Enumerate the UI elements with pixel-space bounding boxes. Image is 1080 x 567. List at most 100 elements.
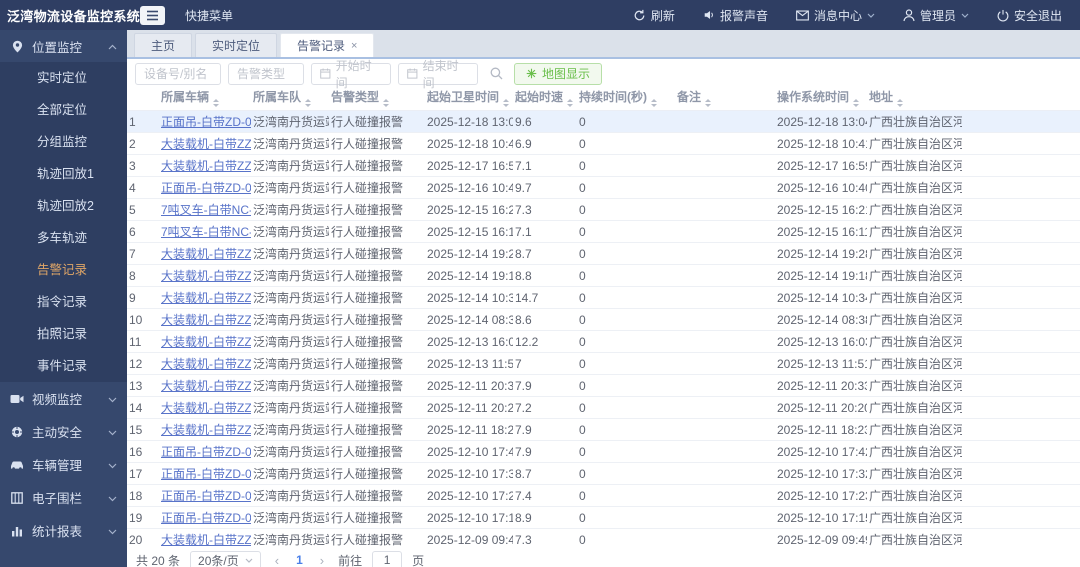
refresh-button[interactable]: 刷新 bbox=[633, 7, 675, 24]
sort-icon[interactable] bbox=[213, 96, 220, 110]
vehicle-link-cell: 正面吊-白带ZD-03LZ bbox=[159, 110, 251, 133]
sort-icon[interactable] bbox=[897, 96, 904, 110]
sidebar-section-3[interactable]: 主动安全 bbox=[0, 415, 127, 448]
table-row[interactable]: 17正面吊-白带ZD-03LZ泛湾南丹货运站行人碰撞报警2025-12-10 1… bbox=[127, 462, 1080, 485]
sidebar-item-1[interactable]: 实时定位 bbox=[0, 62, 127, 94]
column-header[interactable]: 起始时速 bbox=[513, 88, 577, 111]
table-row[interactable]: 3大装载机-白带ZZ-16LZ泛湾南丹货运站行人碰撞报警2025-12-17 1… bbox=[127, 154, 1080, 177]
column-header[interactable]: 所属车辆 bbox=[159, 88, 251, 111]
next-page-button[interactable]: › bbox=[316, 553, 328, 567]
refresh-icon bbox=[634, 9, 645, 20]
column-header[interactable]: 地址 bbox=[867, 88, 962, 111]
vehicle-link[interactable]: 大装载机-白带ZZ-16LZ bbox=[161, 159, 251, 173]
table-row[interactable]: 9大装载机-白带ZZ-16LZ泛湾南丹货运站行人碰撞报警2025-12-14 1… bbox=[127, 286, 1080, 309]
table-row[interactable]: 2大装载机-白带ZZ-16LZ泛湾南丹货运站行人碰撞报警2025-12-18 1… bbox=[127, 132, 1080, 155]
user-menu[interactable]: 管理员 bbox=[903, 7, 969, 24]
vehicle-link[interactable]: 大装载机-白带ZZ-16LZ bbox=[161, 247, 251, 261]
column-header[interactable]: 持续时间(秒) bbox=[577, 88, 675, 111]
table-row[interactable]: 15大装载机-白带ZZ-16LZ泛湾南丹货运站行人碰撞报警2025-12-11 … bbox=[127, 418, 1080, 441]
vehicle-link[interactable]: 大装载机-白带ZZ-16LZ bbox=[161, 335, 251, 349]
current-page[interactable]: 1 bbox=[293, 553, 306, 567]
tab-home[interactable]: 主页 bbox=[134, 33, 193, 57]
table-row[interactable]: 8大装载机-白带ZZ-16LZ泛湾南丹货运站行人碰撞报警2025-12-14 1… bbox=[127, 264, 1080, 287]
tab-alarm-records[interactable]: 告警记录 × bbox=[280, 33, 375, 57]
sidebar-section-5[interactable]: 电子围栏 bbox=[0, 481, 127, 514]
sidebar-section-location[interactable]: 位置监控 bbox=[0, 30, 127, 62]
table-row[interactable]: 19正面吊-白带ZD-03LZ泛湾南丹货运站行人碰撞报警2025-12-10 1… bbox=[127, 506, 1080, 529]
column-header[interactable]: 告警类型 bbox=[329, 88, 425, 111]
device-search-input[interactable]: 设备号/别名 bbox=[135, 62, 221, 85]
logout-button[interactable]: 安全退出 bbox=[997, 7, 1062, 24]
sort-icon[interactable] bbox=[305, 96, 312, 110]
sort-icon[interactable] bbox=[383, 96, 390, 110]
vehicle-link[interactable]: 大装载机-白带ZZ-16LZ bbox=[161, 269, 251, 283]
table-row[interactable]: 14大装载机-白带ZZ-16LZ泛湾南丹货运站行人碰撞报警2025-12-11 … bbox=[127, 396, 1080, 419]
vehicle-link[interactable]: 7吨叉车-白带NC-10LZ bbox=[161, 203, 251, 217]
alarm-type-input[interactable]: 告警类型 bbox=[228, 62, 304, 85]
vehicle-link[interactable]: 正面吊-白带ZD-03LZ bbox=[161, 181, 251, 195]
close-icon[interactable]: × bbox=[351, 40, 357, 52]
message-center-button[interactable]: 消息中心 bbox=[796, 7, 875, 24]
table-row[interactable]: 18正面吊-白带ZD-03LZ泛湾南丹货运站行人碰撞报警2025-12-10 1… bbox=[127, 484, 1080, 507]
end-time-input[interactable]: 结束时间 bbox=[398, 59, 478, 90]
vehicle-link[interactable]: 正面吊-白带ZD-03LZ bbox=[161, 467, 251, 481]
sidebar-section-2[interactable]: 视频监控 bbox=[0, 382, 127, 415]
prev-page-button[interactable]: ‹ bbox=[271, 553, 283, 567]
column-header[interactable]: 所属车队 bbox=[251, 88, 329, 111]
table-cell: 2025-12-17 16:59:30 bbox=[425, 154, 513, 177]
alarm-sound-button[interactable]: 报警声音 bbox=[703, 7, 768, 24]
vehicle-link-cell: 正面吊-白带ZD-03LZ bbox=[159, 506, 251, 529]
vehicle-link[interactable]: 大装载机-白带ZZ-16LZ bbox=[161, 533, 251, 547]
vehicle-link[interactable]: 大装载机-白带ZZ-16LZ bbox=[161, 423, 251, 437]
vehicle-link[interactable]: 正面吊-白带ZD-03LZ bbox=[161, 445, 251, 459]
table-row[interactable]: 12大装载机-白带ZZ-16LZ泛湾南丹货运站行人碰撞报警2025-12-13 … bbox=[127, 352, 1080, 375]
sidebar-item-4[interactable]: 轨迹回放1 bbox=[0, 158, 127, 190]
table-row[interactable]: 67吨叉车-白带NC-10LZ泛湾南丹货运站行人碰撞报警2025-12-15 1… bbox=[127, 220, 1080, 243]
goto-page-input[interactable]: 1 bbox=[372, 550, 403, 567]
sidebar-item-8[interactable]: 指令记录 bbox=[0, 286, 127, 318]
page-size-select[interactable]: 20条/页 bbox=[190, 550, 261, 567]
start-time-input[interactable]: 开始时间 bbox=[311, 59, 391, 90]
sidebar-item-2[interactable]: 全部定位 bbox=[0, 94, 127, 126]
column-header[interactable]: 操作系统时间 bbox=[775, 88, 867, 111]
vehicle-link[interactable]: 7吨叉车-白带NC-10LZ bbox=[161, 225, 251, 239]
table-row[interactable]: 4正面吊-白带ZD-03LZ泛湾南丹货运站行人碰撞报警2025-12-16 10… bbox=[127, 176, 1080, 199]
vehicle-link[interactable]: 大装载机-白带ZZ-16LZ bbox=[161, 291, 251, 305]
collapse-menu-button[interactable] bbox=[140, 5, 165, 25]
sidebar-section-4[interactable]: 车辆管理 bbox=[0, 448, 127, 481]
vehicle-link[interactable]: 正面吊-白带ZD-03LZ bbox=[161, 115, 251, 129]
tab-realtime-location[interactable]: 实时定位 bbox=[195, 33, 278, 57]
table-row[interactable]: 7大装载机-白带ZZ-16LZ泛湾南丹货运站行人碰撞报警2025-12-14 1… bbox=[127, 242, 1080, 265]
sort-icon[interactable] bbox=[853, 96, 860, 110]
sort-icon[interactable] bbox=[503, 96, 510, 110]
quick-menu-button[interactable]: 快捷菜单 bbox=[185, 7, 233, 24]
column-header[interactable]: 备注 bbox=[675, 88, 775, 111]
vehicle-link[interactable]: 正面吊-白带ZD-03LZ bbox=[161, 511, 251, 525]
vehicle-link[interactable]: 大装载机-白带ZZ-16LZ bbox=[161, 379, 251, 393]
search-button[interactable] bbox=[485, 63, 507, 85]
sidebar-item-10[interactable]: 事件记录 bbox=[0, 350, 127, 382]
sort-icon[interactable] bbox=[705, 96, 712, 110]
table-row[interactable]: 11大装载机-白带ZZ-16LZ泛湾南丹货运站行人碰撞报警2025-12-13 … bbox=[127, 330, 1080, 353]
table-row[interactable]: 20大装载机-白带ZZ-16LZ泛湾南丹货运站行人碰撞报警2025-12-09 … bbox=[127, 528, 1080, 548]
sort-icon[interactable] bbox=[567, 96, 574, 110]
column-header[interactable]: 起始卫星时间 bbox=[425, 88, 513, 111]
vehicle-link[interactable]: 大装载机-白带ZZ-16LZ bbox=[161, 313, 251, 327]
map-display-button[interactable]: 地图显示 bbox=[514, 62, 603, 85]
sidebar-item-9[interactable]: 拍照记录 bbox=[0, 318, 127, 350]
table-row[interactable]: 13大装载机-白带ZZ-16LZ泛湾南丹货运站行人碰撞报警2025-12-11 … bbox=[127, 374, 1080, 397]
table-row[interactable]: 57吨叉车-白带NC-10LZ泛湾南丹货运站行人碰撞报警2025-12-15 1… bbox=[127, 198, 1080, 221]
sort-icon[interactable] bbox=[651, 96, 657, 110]
vehicle-link[interactable]: 正面吊-白带ZD-03LZ bbox=[161, 489, 251, 503]
sidebar-item-7[interactable]: 告警记录 bbox=[0, 254, 127, 286]
sidebar-item-6[interactable]: 多车轨迹 bbox=[0, 222, 127, 254]
table-row[interactable]: 1正面吊-白带ZD-03LZ泛湾南丹货运站行人碰撞报警2025-12-18 13… bbox=[127, 110, 1080, 133]
vehicle-link[interactable]: 大装载机-白带ZZ-16LZ bbox=[161, 137, 251, 151]
sidebar-item-5[interactable]: 轨迹回放2 bbox=[0, 190, 127, 222]
table-row[interactable]: 10大装载机-白带ZZ-16LZ泛湾南丹货运站行人碰撞报警2025-12-14 … bbox=[127, 308, 1080, 331]
sidebar-section-6[interactable]: 统计报表 bbox=[0, 514, 127, 547]
sidebar-item-3[interactable]: 分组监控 bbox=[0, 126, 127, 158]
vehicle-link[interactable]: 大装载机-白带ZZ-16LZ bbox=[161, 357, 251, 371]
table-row[interactable]: 16正面吊-白带ZD-03LZ泛湾南丹货运站行人碰撞报警2025-12-10 1… bbox=[127, 440, 1080, 463]
vehicle-link[interactable]: 大装载机-白带ZZ-16LZ bbox=[161, 401, 251, 415]
